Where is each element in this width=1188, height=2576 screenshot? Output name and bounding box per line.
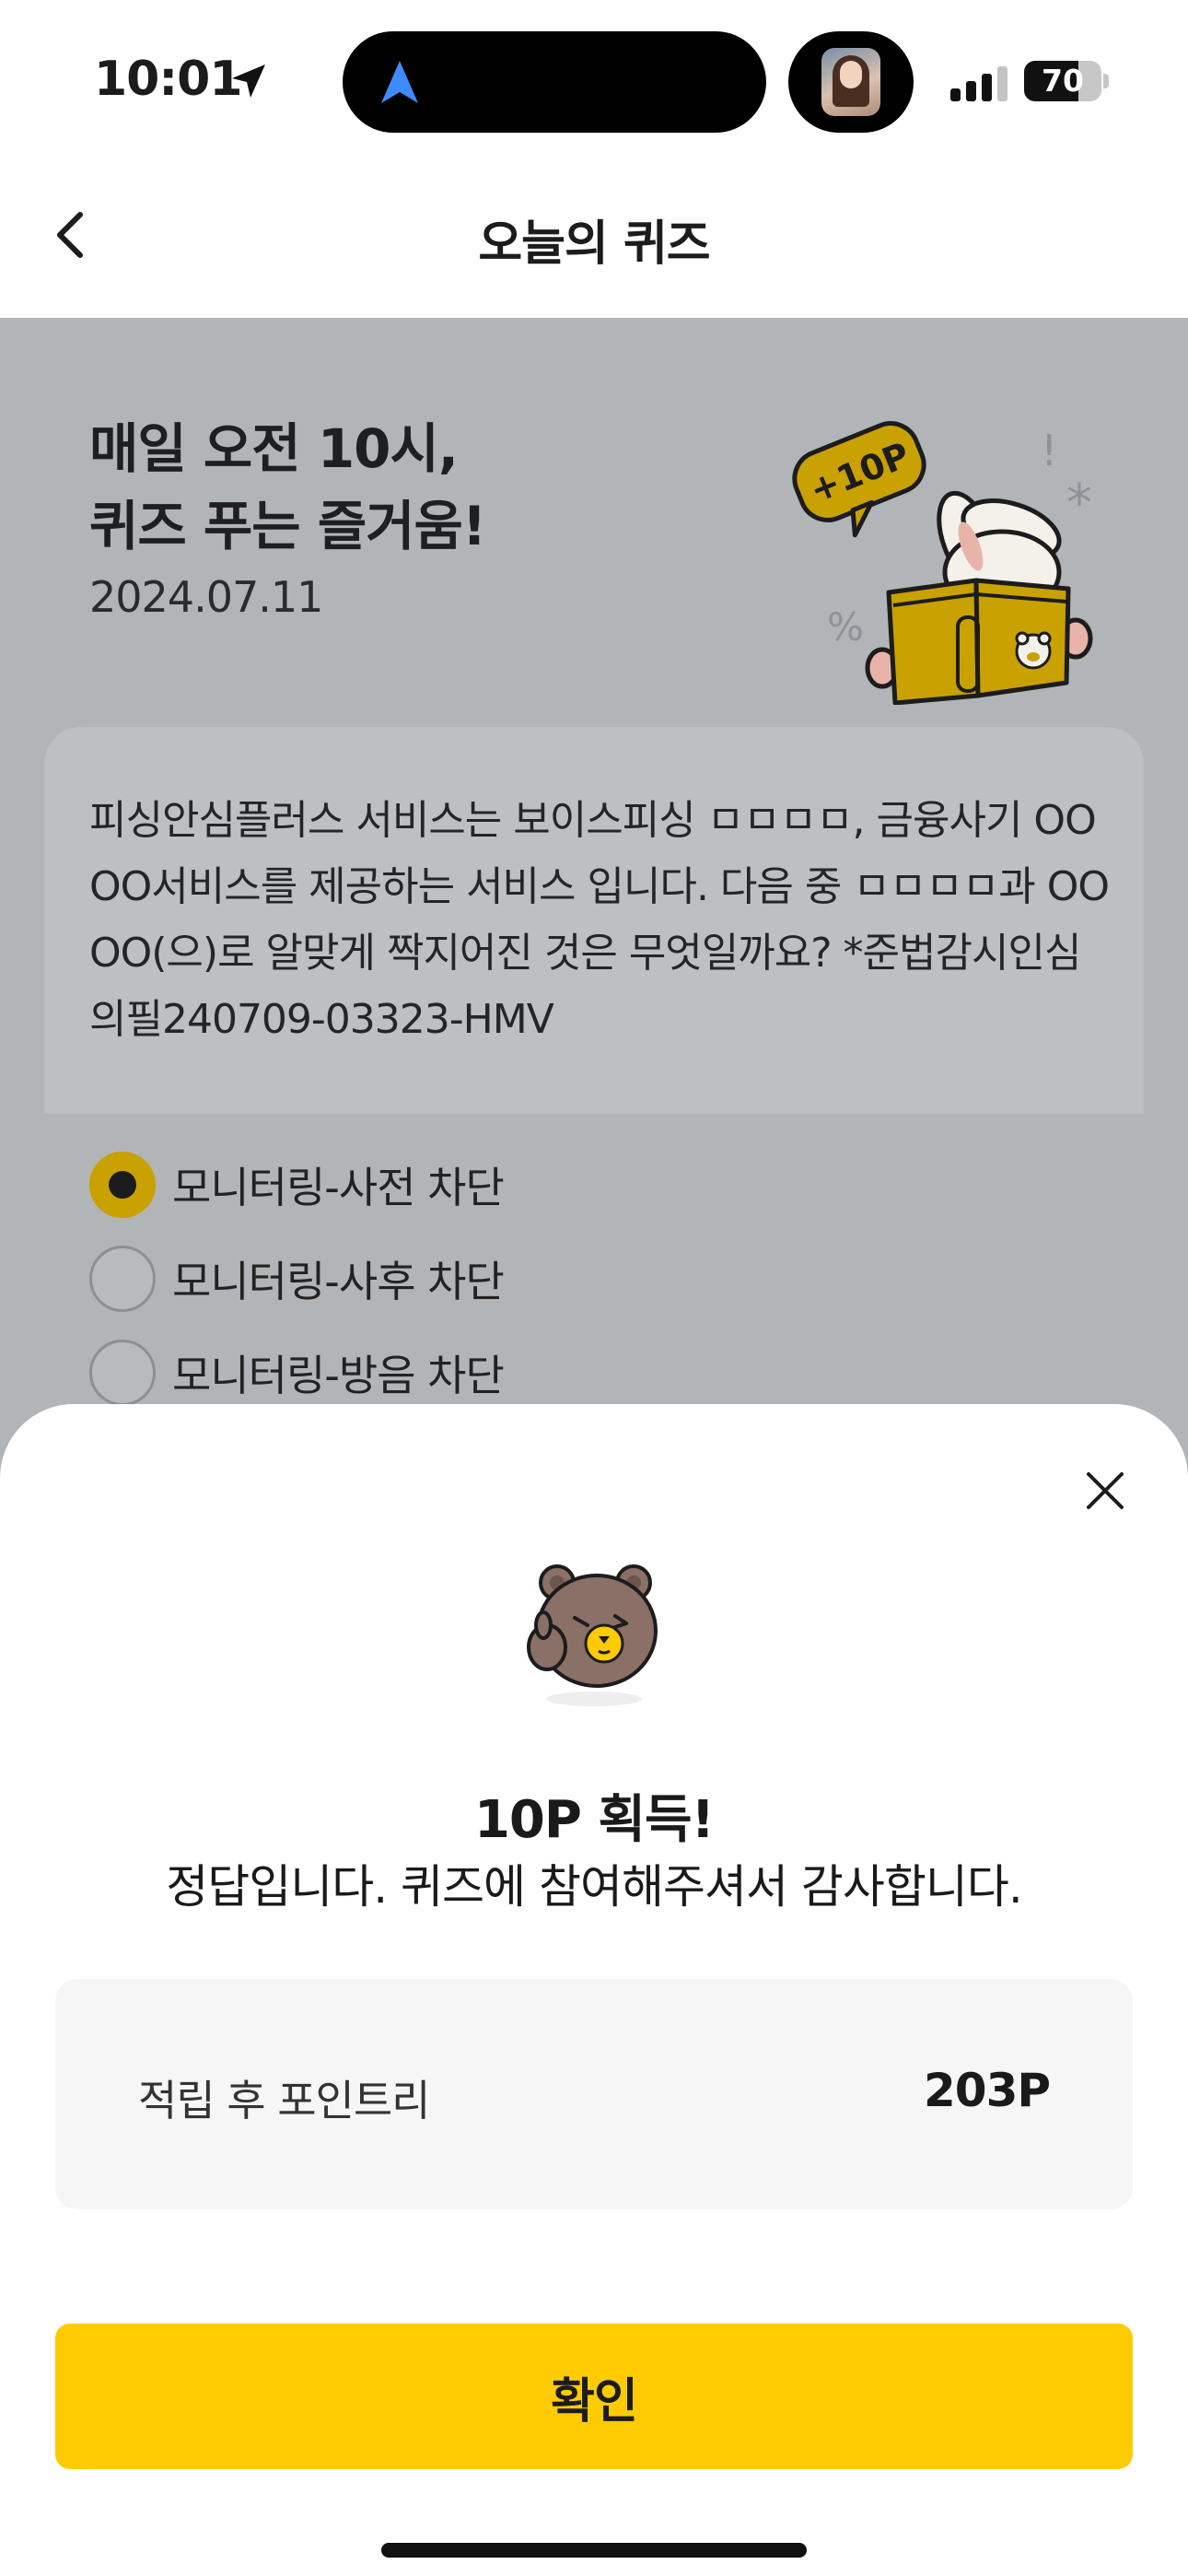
result-message: 정답입니다. 퀴즈에 참여해주셔서 감사합니다. bbox=[166, 1860, 1022, 1914]
svg-text:%: % bbox=[827, 604, 864, 650]
close-icon bbox=[1087, 1472, 1124, 1509]
answer-option-label: 모니터링-사후 차단 bbox=[172, 1257, 505, 1306]
signal-bar bbox=[966, 81, 976, 101]
rabbit-reading-book-illustration: +10P ! * % bbox=[792, 421, 1093, 705]
dynamic-island bbox=[343, 31, 766, 133]
status-time: 10:01 bbox=[94, 52, 243, 107]
pip-thumbnail bbox=[821, 48, 880, 116]
answer-option-label: 모니터링-방음 차단 bbox=[172, 1351, 505, 1400]
reward-title: 10P 획득! bbox=[473, 1790, 715, 1850]
answer-option-1[interactable]: 모니터링-사전 차단 bbox=[89, 1138, 642, 1232]
home-indicator[interactable] bbox=[381, 2543, 807, 2558]
battery-level: 70 bbox=[1042, 63, 1084, 99]
page-title: 오늘의 퀴즈 bbox=[478, 217, 710, 272]
signal-bar bbox=[997, 66, 1007, 101]
svg-text:*: * bbox=[1066, 474, 1092, 533]
question-text: 피싱안심플러스 서비스는 보이스피싱 ㅁㅁㅁㅁ, 금융사기 OO OO서비스를 … bbox=[89, 797, 1110, 1043]
app-header: 오늘의 퀴즈 bbox=[0, 157, 1188, 318]
status-bar: 10:01 70 bbox=[0, 0, 1188, 157]
banner-title: 매일 오전 10시, 퀴즈 푸는 즐거움! bbox=[89, 410, 486, 565]
svg-text:!: ! bbox=[1041, 426, 1057, 475]
banner-title-line-2: 퀴즈 푸는 즐거움! bbox=[89, 495, 486, 557]
location-arrow-icon bbox=[232, 64, 265, 98]
radio-selected[interactable] bbox=[89, 1152, 156, 1218]
battery-icon: 70 bbox=[1024, 61, 1109, 101]
points-label: 적립 후 포인트리 bbox=[138, 2076, 430, 2125]
bear-thumbs-up-icon bbox=[527, 1564, 658, 1706]
answer-option-2[interactable]: 모니터링-사후 차단 bbox=[89, 1232, 642, 1326]
signal-bar bbox=[950, 88, 961, 101]
cellular-signal-icon bbox=[950, 64, 1009, 101]
picture-in-picture[interactable] bbox=[788, 31, 914, 133]
answer-options: 모니터링-사전 차단 모니터링-사후 차단 모니터링-방음 차단 bbox=[89, 1138, 642, 1420]
radio-unselected[interactable] bbox=[89, 1340, 156, 1406]
points-value: 203P bbox=[923, 2064, 1051, 2117]
points-summary: 적립 후 포인트리 203P bbox=[55, 1979, 1133, 2209]
confirm-button[interactable]: 확인 bbox=[55, 2324, 1133, 2469]
result-bottom-sheet: 10P 획득! 정답입니다. 퀴즈에 참여해주셔서 감사합니다. 적립 후 포인… bbox=[0, 1404, 1188, 2576]
radio-unselected[interactable] bbox=[89, 1246, 156, 1312]
close-button[interactable] bbox=[1072, 1458, 1138, 1524]
answer-option-label: 모니터링-사전 차단 bbox=[172, 1163, 505, 1212]
navigation-arrow-icon bbox=[381, 61, 418, 103]
quiz-date: 2024.07.11 bbox=[89, 572, 323, 622]
banner-title-line-1: 매일 오전 10시, bbox=[89, 417, 459, 480]
signal-bar bbox=[982, 74, 992, 101]
